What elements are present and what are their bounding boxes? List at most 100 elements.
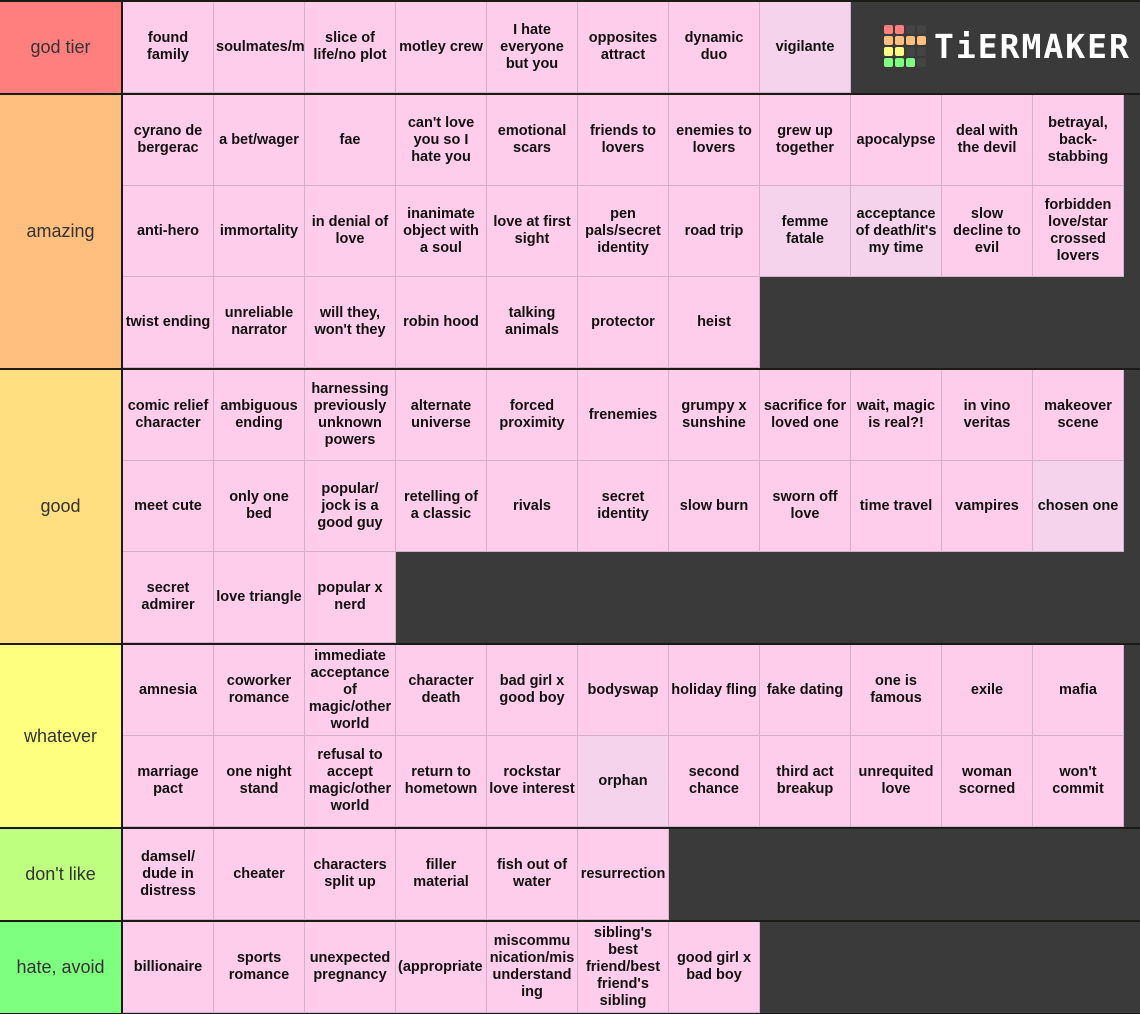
tier-item-card[interactable]: fish out of water [487,829,578,920]
tier-item-card[interactable]: cyrano de bergerac [123,95,214,186]
tier-item-card[interactable]: resurrection [578,829,669,920]
tier-item-card[interactable]: exile [942,645,1033,736]
tier-item-card[interactable]: can't love you so I hate you [396,95,487,186]
tier-item-card[interactable]: pen pals/secret identity [578,186,669,277]
tier-item-card[interactable]: forced proximity [487,370,578,461]
tier-item-card[interactable]: unrequited love [851,736,942,827]
tier-item-card[interactable]: in denial of love [305,186,396,277]
tier-item-card[interactable]: sworn off love [760,461,851,552]
tier-item-card[interactable]: rockstar love interest [487,736,578,827]
tier-item-card[interactable]: one night stand [214,736,305,827]
tier-item-card[interactable]: good girl x bad boy [669,922,760,1013]
tier-item-card[interactable]: acceptance of death/it's my time [851,186,942,277]
tier-item-card[interactable]: bodyswap [578,645,669,736]
tier-label[interactable]: hate, avoid [0,922,123,1013]
tier-item-card[interactable]: dynamic duo [669,2,760,93]
tier-item-card[interactable]: character death [396,645,487,736]
tier-item-card[interactable]: mafia [1033,645,1124,736]
tier-item-card[interactable]: heist [669,277,760,368]
tier-item-card[interactable]: won't commit [1033,736,1124,827]
tier-item-card[interactable]: vampires [942,461,1033,552]
tier-item-card[interactable]: motley crew [396,2,487,93]
tier-item-card[interactable]: chosen one [1033,461,1124,552]
tier-item-card[interactable]: deal with the devil [942,95,1033,186]
tier-item-card[interactable]: unexpected pregnancy [305,922,396,1013]
tier-item-card[interactable]: soulmates/m to be [214,2,305,93]
tier-item-card[interactable]: friends to lovers [578,95,669,186]
tier-item-card[interactable]: forbidden love/star crossed lovers [1033,186,1124,277]
tier-item-card[interactable]: time travel [851,461,942,552]
tier-label[interactable]: good [0,370,123,643]
tier-label[interactable]: don't like [0,829,123,920]
tier-item-card[interactable]: makeover scene [1033,370,1124,461]
tier-item-card[interactable]: love at first sight [487,186,578,277]
tier-item-card[interactable]: apocalypse [851,95,942,186]
tier-item-card[interactable]: frenemies [578,370,669,461]
tier-item-card[interactable]: refusal to accept magic/other world [305,736,396,827]
tier-item-card[interactable]: opposites attract [578,2,669,93]
tier-label[interactable]: god tier [0,2,123,93]
tier-item-card[interactable]: miscommu nication/mis understand ing [487,922,578,1013]
tier-label[interactable]: amazing [0,95,123,368]
tier-item-card[interactable]: secret identity [578,461,669,552]
tier-item-card[interactable]: sibling's best friend/best friend's sibl… [578,922,669,1013]
tier-item-card[interactable]: a bet/wager [214,95,305,186]
tier-item-card[interactable]: (appropriate age gap [396,922,487,1013]
tier-item-card[interactable]: robin hood [396,277,487,368]
tier-item-card[interactable]: holiday fling [669,645,760,736]
tier-item-card[interactable]: one is famous [851,645,942,736]
tier-item-card[interactable]: amnesia [123,645,214,736]
tier-item-card[interactable]: protector [578,277,669,368]
tier-item-card[interactable]: secret admirer [123,552,214,643]
tier-item-card[interactable]: comic relief character [123,370,214,461]
tier-item-card[interactable]: immortality [214,186,305,277]
tier-item-card[interactable]: popular x nerd [305,552,396,643]
tier-item-card[interactable]: ambiguous ending [214,370,305,461]
tier-item-card[interactable]: fae [305,95,396,186]
tier-item-card[interactable]: third act breakup [760,736,851,827]
tier-item-card[interactable]: popular/ jock is a good guy [305,461,396,552]
tier-item-card[interactable]: talking animals [487,277,578,368]
tier-item-card[interactable]: retelling of a classic [396,461,487,552]
tier-item-card[interactable]: enemies to lovers [669,95,760,186]
tier-item-card[interactable]: sports romance [214,922,305,1013]
tier-item-card[interactable]: love triangle [214,552,305,643]
tier-item-card[interactable]: bad girl x good boy [487,645,578,736]
tier-item-card[interactable]: wait, magic is real?! [851,370,942,461]
tier-item-card[interactable]: I hate everyone but you [487,2,578,93]
tier-item-card[interactable]: immediate acceptance of magic/other worl… [305,645,396,736]
tier-item-card[interactable]: anti-hero [123,186,214,277]
tier-item-card[interactable]: rivals [487,461,578,552]
tier-item-card[interactable]: found family [123,2,214,93]
tier-item-card[interactable]: slow burn [669,461,760,552]
tier-item-card[interactable]: grew up together [760,95,851,186]
tier-item-card[interactable]: fake dating [760,645,851,736]
tier-item-card[interactable]: slow decline to evil [942,186,1033,277]
tier-item-card[interactable]: in vino veritas [942,370,1033,461]
tier-item-card[interactable]: twist ending [123,277,214,368]
tier-item-card[interactable]: only one bed [214,461,305,552]
tier-label[interactable]: whatever [0,645,123,827]
tier-item-card[interactable]: vigilante [760,2,851,93]
tier-item-card[interactable]: orphan [578,736,669,827]
tier-item-card[interactable]: will they, won't they [305,277,396,368]
tier-item-card[interactable]: return to hometown [396,736,487,827]
tier-item-card[interactable]: betrayal, back-stabbing [1033,95,1124,186]
tier-item-card[interactable]: characters split up [305,829,396,920]
tier-item-card[interactable]: billionaire [123,922,214,1013]
tier-item-card[interactable]: grumpy x sunshine [669,370,760,461]
tier-item-card[interactable]: inanimate object with a soul [396,186,487,277]
tier-item-card[interactable]: woman scorned [942,736,1033,827]
tier-item-card[interactable]: damsel/ dude in distress [123,829,214,920]
tier-item-card[interactable]: cheater [214,829,305,920]
tier-item-card[interactable]: unreliable narrator [214,277,305,368]
tier-item-card[interactable]: coworker romance [214,645,305,736]
tier-item-card[interactable]: emotional scars [487,95,578,186]
tier-item-card[interactable]: filler material [396,829,487,920]
tier-item-card[interactable]: meet cute [123,461,214,552]
tier-item-card[interactable]: marriage pact [123,736,214,827]
tier-item-card[interactable]: alternate universe [396,370,487,461]
tier-item-card[interactable]: harnessing previously unknown powers [305,370,396,461]
tier-item-card[interactable]: sacrifice for loved one [760,370,851,461]
tier-item-card[interactable]: road trip [669,186,760,277]
